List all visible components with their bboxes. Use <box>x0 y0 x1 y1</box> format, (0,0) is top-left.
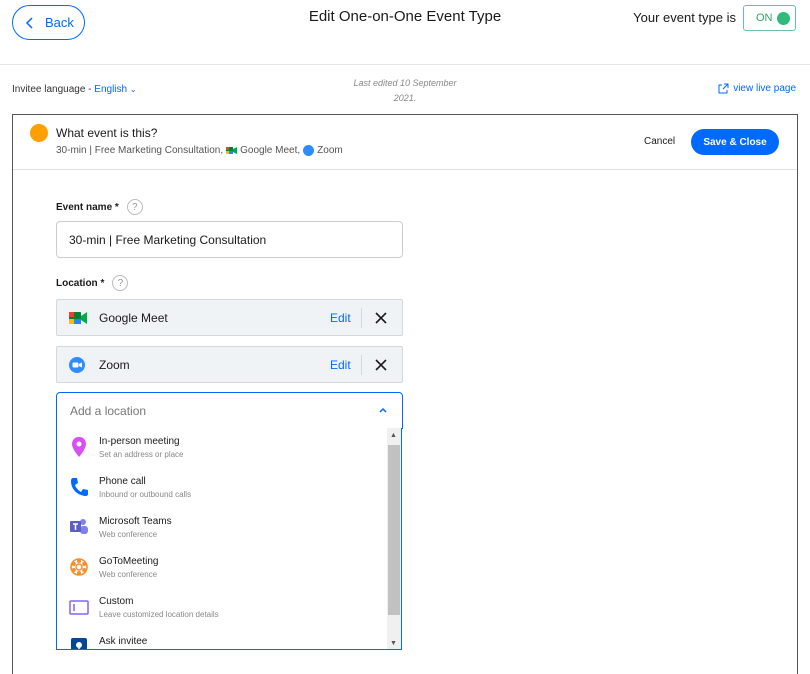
location-item-zoom: Zoom Edit <box>56 346 403 383</box>
zoom-icon <box>69 357 85 373</box>
location-label: Location * <box>56 277 105 289</box>
add-location-placeholder: Add a location <box>70 403 147 418</box>
invitee-language: Invitee language - English ⌄ <box>12 84 137 95</box>
option-title: GoToMeeting <box>99 556 159 567</box>
option-in-person-meeting[interactable]: In-person meeting Set an address or plac… <box>57 432 387 472</box>
location-name: Zoom <box>99 358 130 372</box>
option-custom[interactable]: Custom Leave customized location details <box>57 592 387 632</box>
event-name-label-row: Event name * ? <box>56 199 143 215</box>
toggle-label: ON <box>756 12 773 24</box>
custom-location-icon <box>69 600 89 615</box>
zoom-icon <box>303 145 315 156</box>
close-icon[interactable] <box>372 356 390 374</box>
top-bar: Back Edit One-on-One Event Type Your eve… <box>0 0 810 65</box>
location-item-google-meet: Google Meet Edit <box>56 299 403 336</box>
language-select[interactable]: English ⌄ <box>94 84 136 95</box>
event-active-toggle[interactable]: ON <box>743 5 796 31</box>
edit-location-button[interactable]: Edit <box>330 311 351 325</box>
event-color-dot <box>30 124 48 142</box>
view-live-page-label: view live page <box>733 83 796 94</box>
ask-invitee-icon <box>71 638 87 649</box>
chevron-up-icon <box>379 407 387 413</box>
map-pin-icon <box>72 437 86 457</box>
scroll-up-icon[interactable]: ▲ <box>390 432 397 439</box>
cancel-button[interactable]: Cancel <box>644 136 675 147</box>
view-live-page-link[interactable]: view live page <box>718 83 796 94</box>
option-title: Custom <box>99 596 134 607</box>
option-desc: Set an address or place <box>99 450 184 459</box>
option-title: Microsoft Teams <box>99 516 172 527</box>
option-desc: Web conference <box>99 570 158 579</box>
sub-bar: Invitee language - English ⌄ Last edited… <box>0 70 810 110</box>
event-name-input[interactable]: 30-min | Free Marketing Consultation <box>56 221 403 258</box>
section-question: What event is this? <box>56 126 158 140</box>
option-desc: Web conference <box>99 530 158 539</box>
event-summary: 30-min | Free Marketing Consultation, Go… <box>56 145 343 156</box>
option-desc: Inbound or outbound calls <box>99 490 192 499</box>
event-name-label: Event name * <box>56 201 119 213</box>
microsoft-teams-icon <box>70 519 88 534</box>
google-meet-icon <box>69 312 87 324</box>
gotomeeting-icon <box>70 558 88 576</box>
location-label-row: Location * ? <box>56 275 129 291</box>
option-ask-invitee[interactable]: Ask invitee <box>57 632 387 649</box>
location-options-dropdown: In-person meeting Set an address or plac… <box>56 428 402 650</box>
event-name-value: 30-min | Free Marketing Consultation <box>69 232 267 247</box>
option-title: Phone call <box>99 476 146 487</box>
last-edited-line1: Last edited 10 September <box>353 78 457 88</box>
summary-zoom: Zoom <box>317 145 343 156</box>
close-icon[interactable] <box>372 309 390 327</box>
summary-text: 30-min | Free Marketing Consultation, <box>56 145 224 156</box>
panel-header: What event is this? 30-min | Free Market… <box>13 115 797 170</box>
option-title: Ask invitee <box>99 636 148 647</box>
option-desc: Leave customized location details <box>99 610 219 619</box>
edit-location-button[interactable]: Edit <box>330 358 351 372</box>
scroll-down-icon[interactable]: ▼ <box>390 640 397 647</box>
scroll-thumb[interactable] <box>388 445 400 615</box>
save-close-button[interactable]: Save & Close <box>691 129 779 155</box>
divider <box>361 355 362 375</box>
location-name: Google Meet <box>99 311 168 325</box>
last-edited-line2: 2021. <box>393 93 417 103</box>
phone-icon <box>71 478 88 496</box>
help-icon[interactable]: ? <box>126 199 143 215</box>
last-edited-note: Last edited 10 September 2021. <box>330 76 480 106</box>
divider <box>361 308 362 328</box>
option-microsoft-teams[interactable]: Microsoft Teams Web conference <box>57 512 387 552</box>
google-meet-icon <box>226 147 238 154</box>
event-status-label: Your event type is <box>633 10 736 25</box>
language-label: Invitee language - <box>12 84 92 95</box>
event-editor-panel: What event is this? 30-min | Free Market… <box>12 114 798 674</box>
help-icon[interactable]: ? <box>112 275 129 291</box>
language-value: English <box>94 84 128 95</box>
option-phone-call[interactable]: Phone call Inbound or outbound calls <box>57 472 387 512</box>
external-link-icon <box>718 83 729 94</box>
dropdown-scrollbar[interactable]: ▲ ▼ <box>387 428 401 649</box>
summary-meet: Google Meet, <box>240 145 301 156</box>
add-location-select[interactable]: Add a location <box>56 392 403 429</box>
chevron-down-icon: ⌄ <box>129 85 137 94</box>
toggle-knob <box>776 11 790 25</box>
option-title: In-person meeting <box>99 436 180 447</box>
option-gotomeeting[interactable]: GoToMeeting Web conference <box>57 552 387 592</box>
